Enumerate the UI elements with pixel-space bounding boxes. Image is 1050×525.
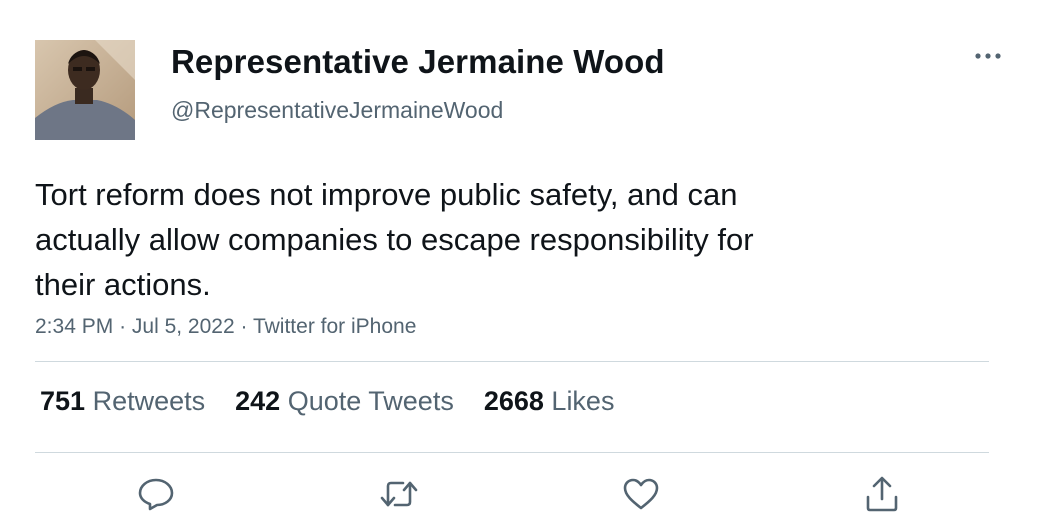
- tweet-text: Tort reform does not improve public safe…: [35, 172, 915, 307]
- share-button[interactable]: [860, 474, 904, 514]
- retweets-count: 751: [40, 386, 86, 416]
- more-icon: [975, 53, 1001, 59]
- tweet-meta: 2:34 PM · Jul 5, 2022 · Twitter for iPho…: [35, 315, 416, 339]
- avatar-photo: [35, 40, 135, 140]
- reply-icon: [138, 478, 174, 511]
- like-icon: [623, 478, 659, 510]
- quote-tweets-label: Quote Tweets: [287, 386, 454, 416]
- tweet-text-line: their actions.: [35, 267, 211, 302]
- more-options-button[interactable]: [970, 42, 1006, 70]
- share-icon: [866, 476, 898, 512]
- author-display-name[interactable]: Representative Jermaine Wood: [171, 43, 665, 81]
- tweet-source[interactable]: Twitter for iPhone: [253, 315, 416, 338]
- tweet-text-line: actually allow companies to escape respo…: [35, 222, 754, 257]
- retweets-label: Retweets: [92, 386, 206, 416]
- engagement-stats: 751 Retweets 242 Quote Tweets 2668 Likes: [40, 386, 644, 417]
- reply-button[interactable]: [134, 474, 178, 514]
- quote-tweets-count: 242: [235, 386, 281, 416]
- tweet-text-line: Tort reform does not improve public safe…: [35, 177, 738, 212]
- likes-label: Likes: [551, 386, 615, 416]
- divider: [35, 452, 989, 453]
- tweet-date[interactable]: Jul 5, 2022: [132, 315, 235, 338]
- divider: [35, 361, 989, 362]
- likes-stat[interactable]: 2668 Likes: [484, 386, 615, 417]
- quote-tweets-stat[interactable]: 242 Quote Tweets: [235, 386, 454, 417]
- retweet-button[interactable]: [377, 474, 421, 514]
- avatar[interactable]: [35, 40, 135, 140]
- likes-count: 2668: [483, 386, 544, 416]
- retweets-stat[interactable]: 751 Retweets: [40, 386, 205, 417]
- retweet-icon: [380, 481, 418, 507]
- tweet-time[interactable]: 2:34 PM: [35, 315, 113, 338]
- meta-separator: ·: [240, 315, 248, 338]
- author-handle[interactable]: @RepresentativeJermaineWood: [171, 97, 503, 124]
- like-button[interactable]: [619, 474, 663, 514]
- meta-separator: ·: [119, 315, 127, 338]
